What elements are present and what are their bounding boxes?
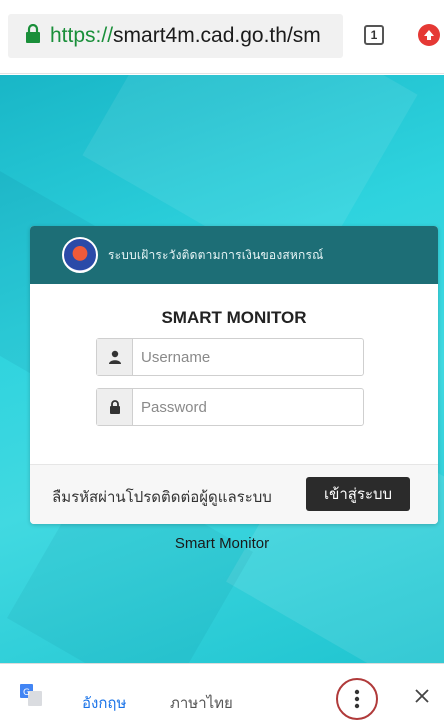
lock-icon — [97, 389, 133, 425]
lock-icon — [26, 24, 40, 43]
header-title: ระบบเฝ้าระวังติดตามการเงินของสหกรณ์ — [108, 247, 324, 262]
password-field — [96, 388, 364, 426]
username-field — [96, 338, 364, 376]
user-icon — [97, 339, 133, 375]
translate-bar: G อังกฤษ ภาษาไทย — [0, 663, 444, 722]
app-title: SMART MONITOR — [161, 308, 307, 327]
more-vert-icon — [354, 689, 360, 709]
card-body: SMART MONITOR — [30, 284, 438, 464]
url-host: smart4m.cad.go.th/sm — [113, 24, 321, 47]
username-input[interactable] — [133, 340, 363, 374]
password-input[interactable] — [133, 390, 363, 424]
forgot-password-text: ลืมรหัสผ่านโปรดติดต่อผู้ดูแลระบบ — [52, 489, 272, 506]
url-text[interactable]: https://smart4m.cad.go.th/sm — [50, 24, 340, 48]
language-source-tab[interactable]: อังกฤษ — [82, 691, 126, 715]
language-target-tab[interactable]: ภาษาไทย — [170, 691, 233, 715]
google-translate-icon: G — [20, 684, 42, 706]
card-header: ระบบเฝ้าระวังติดตามการเงินของสหกรณ์ — [30, 226, 438, 284]
card-footer: ลืมรหัสผ่านโปรดติดต่อผู้ดูแลระบบ เข้าสู่… — [30, 464, 438, 524]
seal-logo — [62, 237, 98, 273]
login-button[interactable]: เข้าสู่ระบบ — [306, 477, 410, 511]
footer-caption: Smart Monitor — [174, 535, 270, 552]
tab-switcher-button[interactable]: 1 — [364, 25, 384, 45]
url-scheme: https:// — [50, 24, 114, 47]
svg-text:G: G — [23, 688, 30, 698]
address-bar: https://smart4m.cad.go.th/sm 1 — [0, 0, 444, 74]
update-icon[interactable] — [418, 24, 440, 46]
login-card: ระบบเฝ้าระวังติดตามการเงินของสหกรณ์ SMAR… — [30, 226, 438, 524]
more-options-button[interactable] — [336, 678, 378, 720]
close-icon[interactable] — [414, 688, 430, 704]
